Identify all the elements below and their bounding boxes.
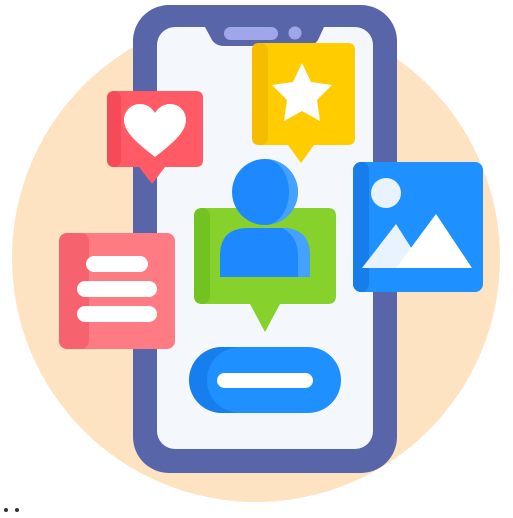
user-bubble-shade xyxy=(194,208,210,304)
text-line-3 xyxy=(77,306,157,322)
pill-button-icon xyxy=(189,347,341,413)
dot-2 xyxy=(15,508,19,512)
star-bubble-shade xyxy=(252,43,268,145)
star-card xyxy=(252,43,355,163)
text-line-2 xyxy=(77,281,157,297)
camera-dot xyxy=(288,26,302,40)
illustration-svg xyxy=(4,5,500,512)
image-card-shade xyxy=(353,162,369,292)
text-card xyxy=(59,233,175,349)
social-media-phone-illustration xyxy=(0,0,513,518)
speaker-pill xyxy=(224,27,278,40)
image-card-bg xyxy=(353,162,483,292)
heart-bubble-shade xyxy=(107,91,121,167)
pill-button-line xyxy=(217,373,313,388)
text-line-1 xyxy=(86,256,148,272)
image-card xyxy=(353,162,483,292)
sun-circle xyxy=(371,178,401,208)
text-lines-icon xyxy=(77,256,157,322)
dot-1 xyxy=(4,508,8,512)
